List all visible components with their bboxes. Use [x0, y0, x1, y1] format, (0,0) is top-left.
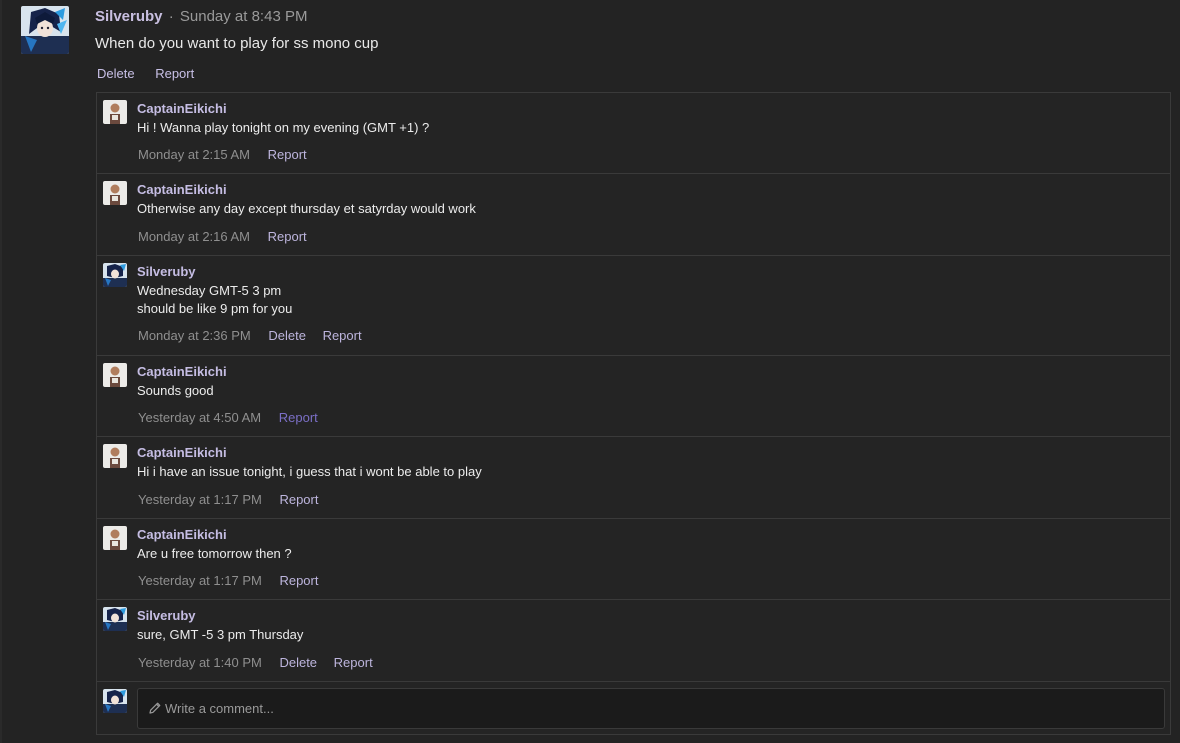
- main-column: Silveruby · Sunday at 8:43 PM When do yo…: [2, 0, 1180, 743]
- silveruby-avatar[interactable]: [103, 263, 127, 287]
- comment-time[interactable]: Yesterday at 4:50 AM: [138, 410, 261, 425]
- comment-report-link[interactable]: Report: [334, 655, 373, 670]
- comment-delete-link[interactable]: Delete: [279, 655, 317, 670]
- comment: CaptainEikichi Hi i have an issue tonigh…: [97, 437, 1170, 519]
- comment-author[interactable]: Silveruby: [137, 608, 196, 623]
- comment-report-link[interactable]: Report: [323, 328, 362, 343]
- comment-meta: Yesterday at 1:17 PM Report: [138, 492, 331, 507]
- comment-meta: Monday at 2:15 AM Report: [138, 147, 320, 162]
- captain-avatar[interactable]: [103, 363, 127, 387]
- comment-report-link[interactable]: Report: [279, 573, 318, 588]
- comment-text: Hi ! Wanna play tonight on my evening (G…: [137, 119, 429, 137]
- comment-time[interactable]: Monday at 2:16 AM: [138, 229, 250, 244]
- comment-text: Sounds good: [137, 382, 214, 400]
- comment-line: Wednesday GMT-5 3 pm: [137, 283, 282, 298]
- comment-line: Hi ! Wanna play tonight on my evening (G…: [137, 120, 430, 135]
- captain-avatar[interactable]: [103, 526, 127, 550]
- post-author-avatar[interactable]: [21, 6, 69, 54]
- post-report-link[interactable]: Report: [155, 66, 194, 81]
- pencil-icon: [149, 702, 161, 714]
- comment-time[interactable]: Monday at 2:15 AM: [138, 147, 250, 162]
- comment-report-link[interactable]: Report: [268, 229, 307, 244]
- comment-author[interactable]: CaptainEikichi: [137, 182, 227, 197]
- post-header: Silveruby · Sunday at 8:43 PM: [95, 8, 307, 25]
- comment-input[interactable]: Write a comment...: [137, 688, 1165, 729]
- post-separator: ·: [168, 8, 174, 25]
- comment: CaptainEikichi Are u free tomorrow then …: [97, 519, 1170, 600]
- post-body: When do you want to play for ss mono cup: [95, 35, 379, 52]
- comment-time[interactable]: Yesterday at 1:40 PM: [138, 655, 262, 670]
- comment-report-link[interactable]: Report: [268, 147, 307, 162]
- comment-delete-link[interactable]: Delete: [268, 328, 306, 343]
- comment: CaptainEikichi Sounds good Yesterday at …: [97, 356, 1170, 437]
- comment-meta: Yesterday at 1:17 PM Report: [138, 573, 331, 588]
- comment-input-placeholder: Write a comment...: [165, 701, 274, 716]
- comment-line: Sounds good: [137, 383, 214, 398]
- comment-time[interactable]: Yesterday at 1:17 PM: [138, 573, 262, 588]
- comment-line: sure, GMT -5 3 pm Thursday: [137, 627, 304, 642]
- silveruby-avatar[interactable]: [103, 607, 127, 631]
- comment-line: Otherwise any day except thursday et sat…: [137, 201, 476, 216]
- comment-author[interactable]: CaptainEikichi: [137, 101, 227, 116]
- comment-meta: Monday at 2:36 PM Delete Report: [138, 328, 375, 343]
- comment-author[interactable]: CaptainEikichi: [137, 364, 227, 379]
- comment-line: Hi i have an issue tonight, i guess that…: [137, 464, 482, 479]
- comment-author[interactable]: CaptainEikichi: [137, 527, 227, 542]
- comment-text: Wednesday GMT-5 3 pm should be like 9 pm…: [137, 282, 292, 318]
- comment-time[interactable]: Yesterday at 1:17 PM: [138, 492, 262, 507]
- comment-author[interactable]: CaptainEikichi: [137, 445, 227, 460]
- comment-report-link[interactable]: Report: [279, 492, 318, 507]
- comment-time[interactable]: Monday at 2:36 PM: [138, 328, 251, 343]
- comment: CaptainEikichi Hi ! Wanna play tonight o…: [97, 93, 1170, 174]
- comments-box: CaptainEikichi Hi ! Wanna play tonight o…: [96, 92, 1171, 735]
- comment: Silveruby sure, GMT -5 3 pm Thursday Yes…: [97, 600, 1170, 682]
- post-author[interactable]: Silveruby: [95, 8, 163, 25]
- comment-line: should be like 9 pm for you: [137, 301, 293, 316]
- captain-avatar[interactable]: [103, 100, 127, 124]
- comment-text: Otherwise any day except thursday et sat…: [137, 200, 476, 218]
- comment-meta: Monday at 2:16 AM Report: [138, 229, 320, 244]
- comment: Silveruby Wednesday GMT-5 3 pm should be…: [97, 256, 1170, 356]
- comment-meta: Yesterday at 4:50 AM Report: [138, 410, 331, 425]
- composer-avatar: [103, 689, 127, 713]
- comment-text: sure, GMT -5 3 pm Thursday: [137, 626, 303, 644]
- comment-text: Are u free tomorrow then ?: [137, 545, 292, 563]
- captain-avatar[interactable]: [103, 181, 127, 205]
- post-actions: Delete Report: [97, 66, 211, 81]
- comment-author[interactable]: Silveruby: [137, 264, 196, 279]
- post-time[interactable]: Sunday at 8:43 PM: [180, 8, 308, 25]
- comment-text: Hi i have an issue tonight, i guess that…: [137, 463, 482, 481]
- post-delete-link[interactable]: Delete: [97, 66, 135, 81]
- captain-avatar[interactable]: [103, 444, 127, 468]
- comment-meta: Yesterday at 1:40 PM Delete Report: [138, 655, 386, 670]
- comment: CaptainEikichi Otherwise any day except …: [97, 174, 1170, 256]
- page: Silveruby · Sunday at 8:43 PM When do yo…: [0, 0, 1180, 743]
- comment-line: Are u free tomorrow then ?: [137, 546, 292, 561]
- comment-report-link[interactable]: Report: [279, 410, 318, 425]
